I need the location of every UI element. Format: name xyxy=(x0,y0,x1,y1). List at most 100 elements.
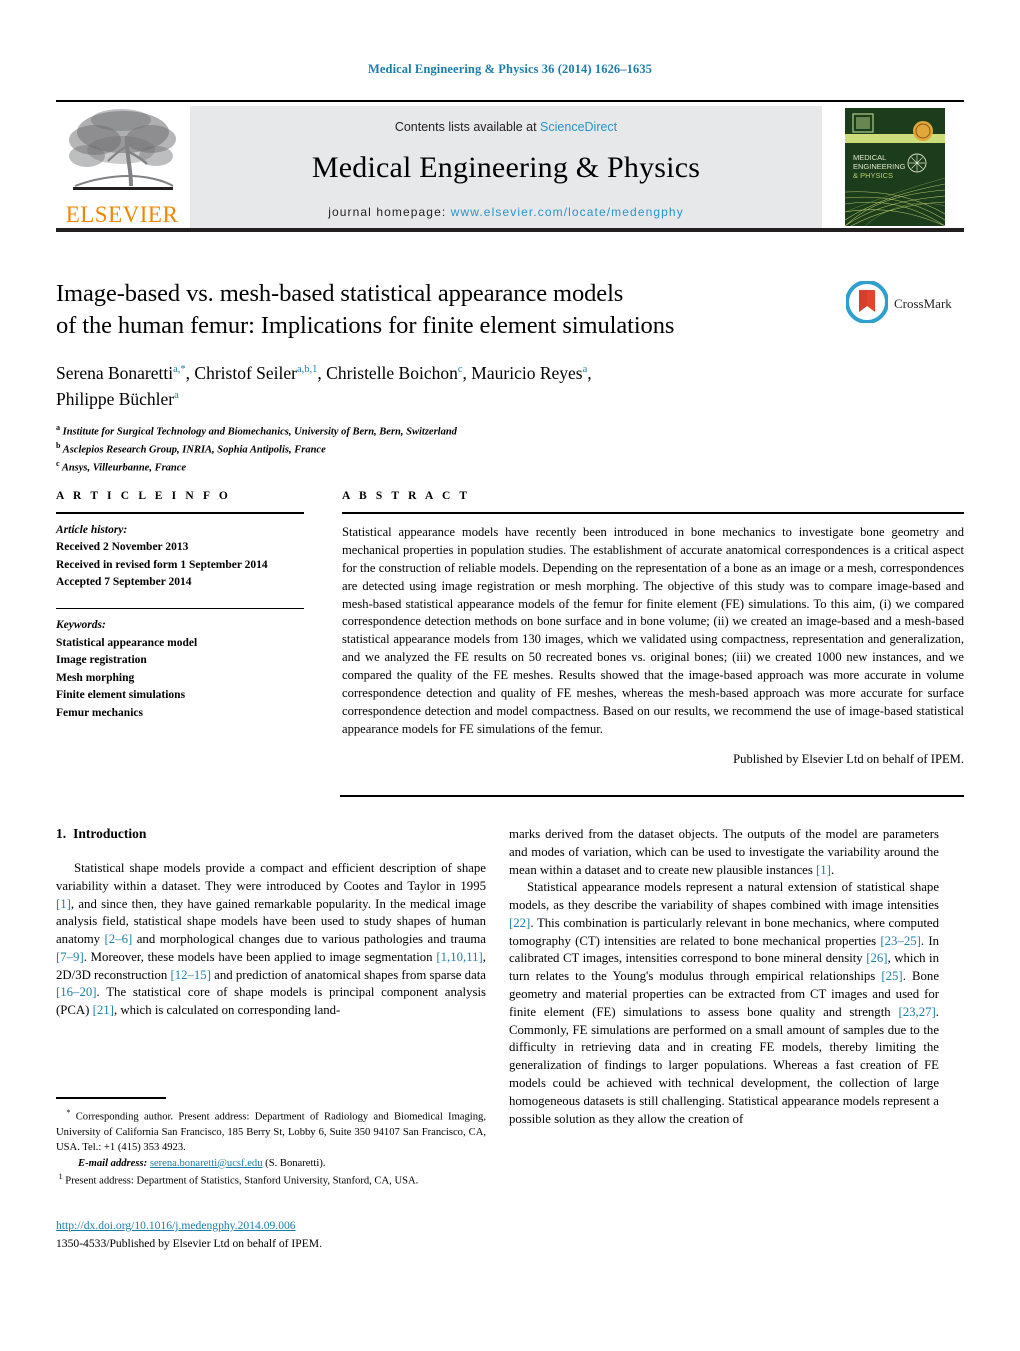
article-title: Image-based vs. mesh-based statistical a… xyxy=(56,278,846,341)
footnote-separator-rule xyxy=(56,1097,166,1099)
article-history-item: Received 2 November 2013 xyxy=(56,541,189,554)
paragraph-text: and morphological changes due to various… xyxy=(132,932,486,947)
paragraph-text: Statistical shape models provide a compa… xyxy=(56,861,486,893)
abstract-copyright: Published by Elsevier Ltd on behalf of I… xyxy=(733,751,964,766)
author-affiliation-mark: a xyxy=(582,364,588,376)
crossmark-label: CrossMark xyxy=(894,296,952,311)
journal-masthead: ELSEVIER Contents lists available at Sci… xyxy=(56,100,964,232)
keyword-item: Finite element simulations xyxy=(56,689,186,702)
svg-text:MEDICAL: MEDICAL xyxy=(853,153,886,162)
elsevier-wordmark: ELSEVIER xyxy=(65,202,179,227)
article-history-label: Article history: xyxy=(56,524,128,536)
abstract-column: A B S T R A C T Statistical appearance m… xyxy=(342,490,964,767)
footnote-text: Present address: Department of Statistic… xyxy=(62,1175,419,1187)
body-column-right: marks derived from the dataset objects. … xyxy=(509,826,939,1128)
abstract-heading: A B S T R A C T xyxy=(342,490,471,502)
article-page: Medical Engineering & Physics 36 (2014) … xyxy=(0,0,1020,1351)
section-title: Introduction xyxy=(73,826,147,841)
running-head: Medical Engineering & Physics 36 (2014) … xyxy=(367,62,653,76)
article-history-item: Accepted 7 September 2014 xyxy=(56,576,192,589)
paragraph: Statistical appearance models represent … xyxy=(509,879,939,1128)
article-title-line-2: of the human femur: Implications for fin… xyxy=(56,311,675,339)
article-title-line-1: Image-based vs. mesh-based statistical a… xyxy=(56,280,624,307)
author-affiliation-mark: a,* xyxy=(173,364,186,376)
svg-text:ENGINEERING: ENGINEERING xyxy=(853,162,906,171)
abstract-rule xyxy=(342,512,964,514)
issn-copyright-line: 1350-4533/Published by Elsevier Ltd on b… xyxy=(56,1236,322,1250)
citation-ref[interactable]: [23,27] xyxy=(898,1005,935,1019)
keywords-rule xyxy=(56,607,304,610)
affiliation-mark: b xyxy=(56,441,61,451)
keyword-item: Mesh morphing xyxy=(56,671,135,684)
affiliation-mark: a xyxy=(56,422,60,432)
citation-ref[interactable]: [2–6] xyxy=(105,932,133,946)
title-block: Image-based vs. mesh-based statistical a… xyxy=(56,278,964,477)
citation-ref[interactable]: [21] xyxy=(93,1003,114,1017)
journal-homepage-line: journal homepage: www.elsevier.com/locat… xyxy=(328,205,684,219)
keyword-item: Femur mechanics xyxy=(56,706,143,719)
doi-link[interactable]: http://dx.doi.org/10.1016/j.medengphy.20… xyxy=(56,1218,486,1234)
body-column-left: 1. Introduction Statistical shape models … xyxy=(56,826,486,1020)
paragraph-text: . Moreover, these models have been appli… xyxy=(83,949,437,964)
footnotes-region: * Corresponding author. Present address:… xyxy=(56,1097,486,1189)
email-link[interactable]: serena.bonaretti@ucsf.edu xyxy=(150,1158,263,1169)
citation-ref[interactable]: [16–20] xyxy=(56,985,97,999)
author-name: Christelle Boichon xyxy=(326,363,458,384)
citation-ref[interactable]: [1] xyxy=(56,897,71,911)
keywords-block: Keywords: Statistical appearance model I… xyxy=(56,617,304,722)
citation-ref[interactable]: [1] xyxy=(816,863,831,877)
author-name: Philippe Büchler xyxy=(56,388,175,409)
paragraph-text: . xyxy=(830,862,835,877)
citation-ref[interactable]: [23–25] xyxy=(880,934,921,948)
sciencedirect-link[interactable]: ScienceDirect xyxy=(540,120,617,134)
abstract-body: Statistical appearance models have recen… xyxy=(342,525,964,736)
paragraph-text: , which is calculated on corresponding l… xyxy=(113,1003,341,1018)
author-affiliation-mark: a,b,1 xyxy=(296,364,318,376)
masthead-center-band: Contents lists available at ScienceDirec… xyxy=(190,106,822,228)
affiliation-text: Asclepios Research Group, INRIA, Sophia … xyxy=(62,444,326,456)
author-affiliation-mark: c xyxy=(457,364,463,376)
abstract-bottom-rule xyxy=(340,795,964,797)
citation-ref[interactable]: [1,10,11] xyxy=(436,950,482,964)
masthead-top-rule xyxy=(56,100,964,102)
homepage-prefix: journal homepage: xyxy=(328,205,451,219)
paragraph-text: and prediction of anatomical shapes from… xyxy=(210,967,486,982)
author-name: Serena Bonaretti xyxy=(56,363,174,384)
affiliation-text: Institute for Surgical Technology and Bi… xyxy=(62,426,457,438)
citation-ref[interactable]: [22] xyxy=(509,916,530,930)
author-affiliation-mark: a xyxy=(174,389,179,401)
elsevier-logo: ELSEVIER xyxy=(56,106,188,228)
journal-title: Medical Engineering & Physics xyxy=(311,151,701,184)
crossmark-badge[interactable]: CrossMark xyxy=(845,278,966,330)
paragraph-text: Statistical appearance models represent … xyxy=(509,880,939,913)
affiliation-text: Ansys, Villeurbanne, France xyxy=(61,462,187,474)
crossmark-icon xyxy=(845,279,889,328)
paragraph-text: marks derived from the dataset objects. … xyxy=(509,827,939,877)
footnote-email: E-mail address: serena.bonaretti@ucsf.ed… xyxy=(56,1156,486,1172)
journal-homepage-link[interactable]: www.elsevier.com/locate/medengphy xyxy=(451,205,684,219)
article-info-heading: A R T I C L E I N F O xyxy=(56,490,231,502)
citation-ref[interactable]: [12–15] xyxy=(170,968,211,982)
journal-cover-thumbnail: MEDICAL ENGINEERING & PHYSICS xyxy=(826,106,964,228)
footnote-text: Corresponding author. Present address: D… xyxy=(56,1111,486,1154)
paragraph-text: . Commonly, FE simulations are performed… xyxy=(509,1004,939,1126)
article-info-column: A R T I C L E I N F O Article history: R… xyxy=(56,490,304,722)
affiliation-item: b Asclepios Research Group, INRIA, Sophi… xyxy=(56,440,964,458)
author-name: Christof Seiler xyxy=(194,363,297,384)
paragraph-text: . This combination is particularly relev… xyxy=(509,915,939,948)
contents-prefix: Contents lists available at xyxy=(394,120,541,134)
citation-ref[interactable]: [26] xyxy=(866,951,887,965)
svg-text:& PHYSICS: & PHYSICS xyxy=(853,171,893,180)
keyword-item: Statistical appearance model xyxy=(56,636,198,649)
section-heading-introduction: 1. Introduction xyxy=(56,826,486,842)
author-name: Mauricio Reyes xyxy=(471,363,583,384)
footnote-present-address: 1 Present address: Department of Statist… xyxy=(56,1171,486,1189)
citation-ref[interactable]: [25] xyxy=(881,969,902,983)
keywords-label: Keywords: xyxy=(56,619,106,632)
affiliation-item: c Ansys, Villeurbanne, France xyxy=(56,458,964,476)
footnote-corresponding-author: * Corresponding author. Present address:… xyxy=(56,1107,486,1156)
article-info-rule xyxy=(56,512,304,514)
paragraph: Statistical shape models provide a compa… xyxy=(56,860,486,1020)
citation-ref[interactable]: [7–9] xyxy=(56,950,84,964)
